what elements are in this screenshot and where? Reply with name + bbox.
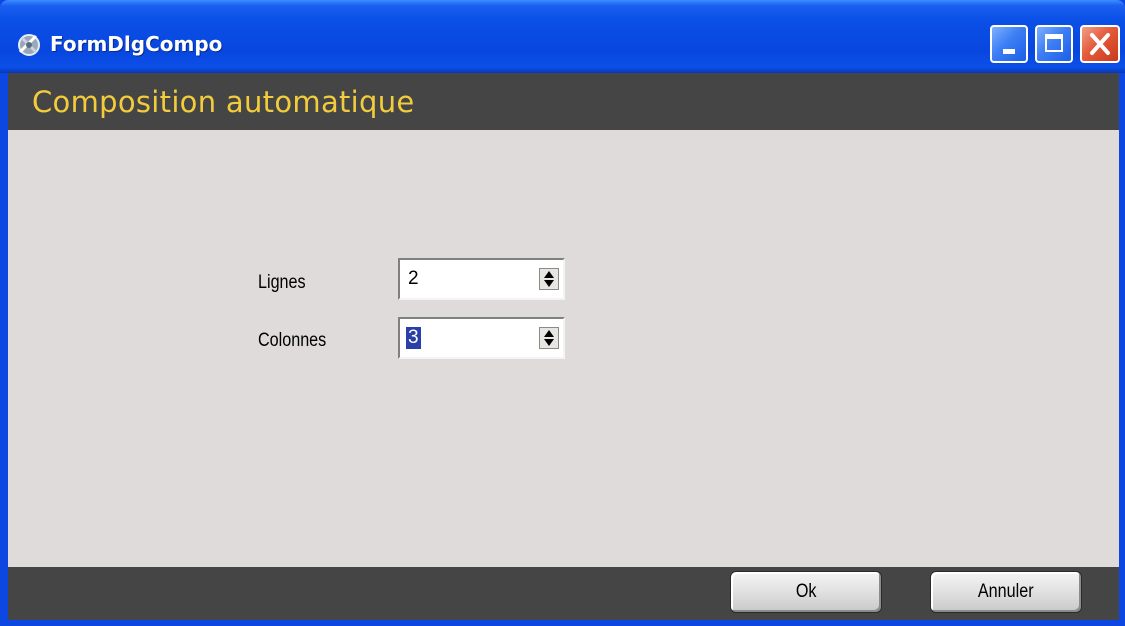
maximize-button[interactable] (1035, 25, 1073, 63)
rows-spin-arrows[interactable] (539, 268, 559, 290)
close-icon (1090, 33, 1110, 55)
rows-spinner[interactable]: 2 (398, 258, 565, 300)
title-bar[interactable]: FormDlgCompo (0, 0, 1125, 73)
close-button[interactable] (1080, 25, 1120, 63)
columns-value[interactable]: 3 (406, 327, 421, 349)
cancel-button-label: Annuler (978, 581, 1034, 602)
columns-label: Colonnes (258, 330, 327, 351)
spin-down-icon[interactable] (544, 280, 554, 287)
window-title: FormDlgCompo (50, 32, 223, 56)
footer-bar: Ok Annuler (8, 567, 1119, 620)
rows-label: Lignes (258, 272, 306, 293)
maximize-icon (1045, 34, 1063, 52)
minimize-button[interactable] (990, 25, 1028, 63)
form-body: Lignes 2 Colonnes 3 (8, 130, 1119, 567)
columns-spin-arrows[interactable] (539, 327, 559, 349)
header-band: Composition automatique (8, 73, 1119, 130)
app-icon (18, 34, 40, 56)
spin-up-icon[interactable] (544, 271, 554, 278)
cancel-button[interactable]: Annuler (930, 571, 1082, 613)
dialog-window: FormDlgCompo Composition automatique Lig… (0, 0, 1125, 626)
page-title: Composition automatique (32, 85, 415, 119)
spin-down-icon[interactable] (544, 339, 554, 346)
ok-button[interactable]: Ok (730, 571, 882, 613)
minimize-icon (1003, 49, 1015, 54)
rows-value[interactable]: 2 (406, 268, 421, 290)
ok-button-label: Ok (795, 581, 817, 602)
columns-spinner[interactable]: 3 (398, 317, 565, 359)
spin-up-icon[interactable] (544, 330, 554, 337)
